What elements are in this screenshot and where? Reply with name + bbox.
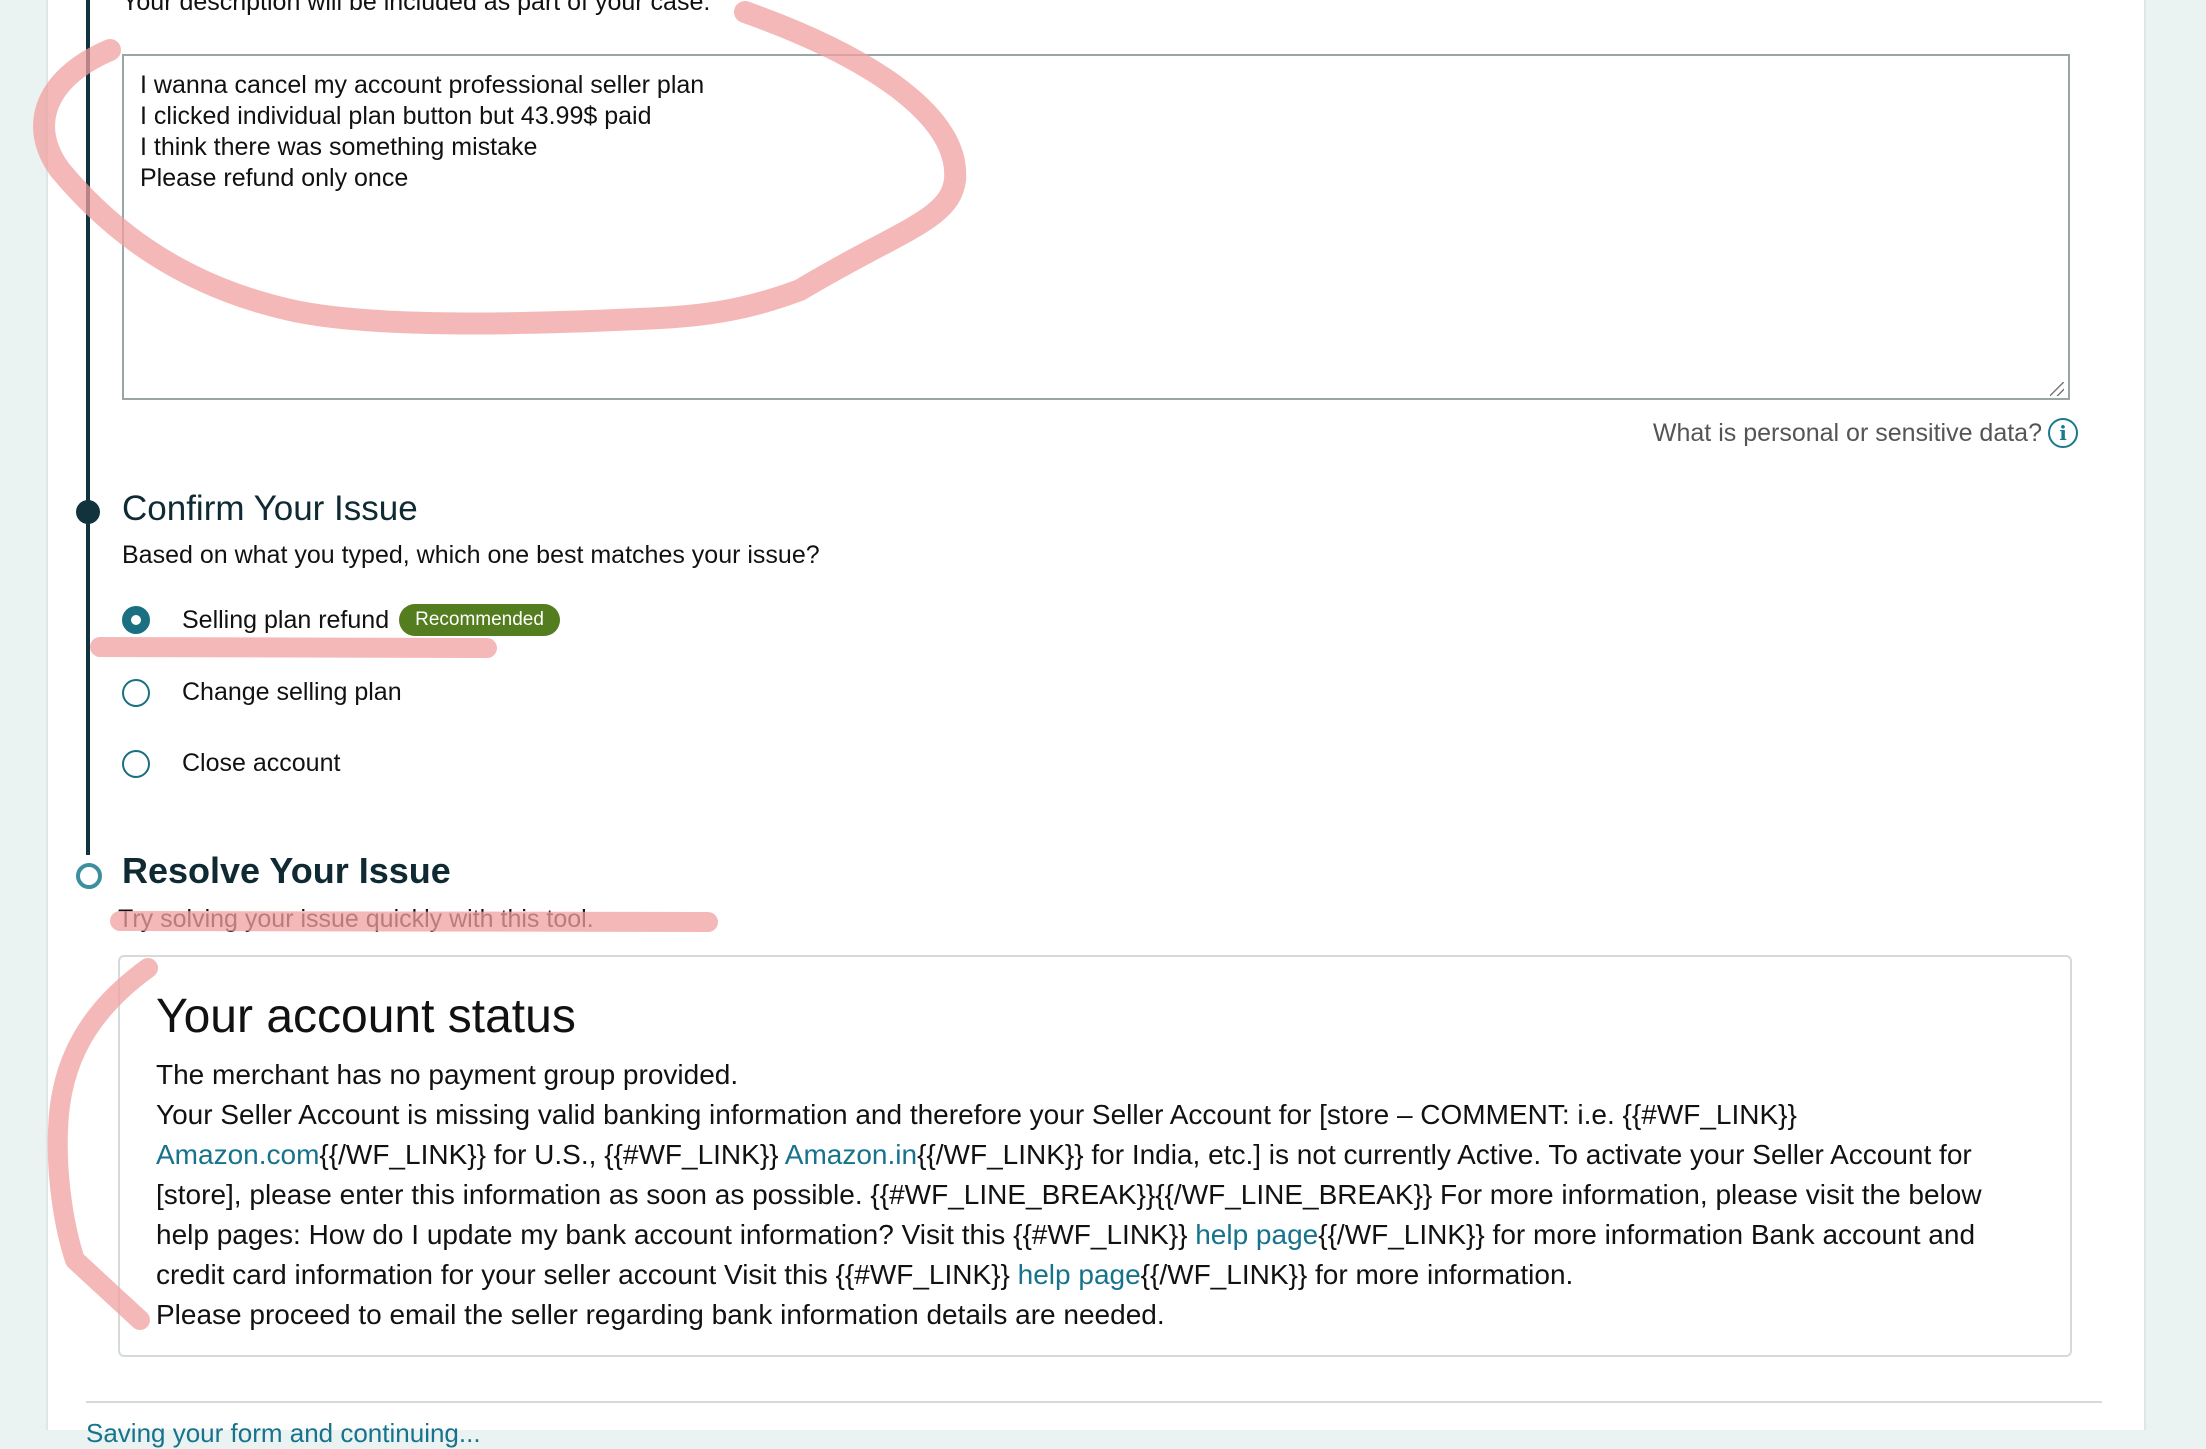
help-page-link-2[interactable]: help page bbox=[1018, 1259, 1141, 1290]
option-label[interactable]: Selling plan refund bbox=[182, 606, 389, 635]
radio-unselected[interactable] bbox=[122, 749, 150, 778]
amazon-in-link[interactable]: Amazon.in bbox=[785, 1139, 917, 1170]
step-resolve-marker bbox=[76, 863, 102, 889]
confirm-issue-title: Confirm Your Issue bbox=[122, 489, 418, 528]
account-status-card: Your account status The merchant has no … bbox=[118, 955, 2072, 1357]
option-close-account[interactable]: Close account bbox=[122, 749, 340, 778]
description-note: Your description will be included as par… bbox=[122, 0, 711, 16]
option-label[interactable]: Change selling plan bbox=[182, 678, 402, 707]
option-change-selling-plan[interactable]: Change selling plan bbox=[122, 678, 402, 707]
option-selling-plan-refund[interactable]: Selling plan refund Recommended bbox=[122, 604, 560, 636]
section-divider bbox=[86, 1401, 2102, 1403]
bottom-link[interactable]: Saving your form and continuing... bbox=[86, 1418, 481, 1449]
description-textarea[interactable]: I wanna cancel my account professional s… bbox=[122, 54, 2070, 400]
recommended-badge: Recommended bbox=[399, 604, 560, 636]
resolve-issue-subtitle: Try solving your issue quickly with this… bbox=[118, 905, 594, 933]
step-confirm-marker bbox=[76, 500, 100, 524]
resolve-issue-title: Resolve Your Issue bbox=[122, 850, 451, 891]
account-status-title: Your account status bbox=[156, 990, 576, 1043]
radio-unselected[interactable] bbox=[122, 678, 150, 707]
status-line-last: Please proceed to email the seller regar… bbox=[156, 1299, 1165, 1330]
status-paragraph: Your Seller Account is missing valid ban… bbox=[156, 1099, 1982, 1290]
amazon-com-link[interactable]: Amazon.com bbox=[156, 1139, 319, 1170]
account-status-body: The merchant has no payment group provid… bbox=[156, 1055, 2036, 1335]
resize-grip-icon[interactable] bbox=[2050, 382, 2064, 396]
timeline-line bbox=[86, 0, 90, 855]
option-label[interactable]: Close account bbox=[182, 749, 340, 778]
radio-selected[interactable] bbox=[122, 606, 150, 634]
status-line-1: The merchant has no payment group provid… bbox=[156, 1059, 739, 1090]
confirm-issue-subtitle: Based on what you typed, which one best … bbox=[122, 541, 820, 569]
sensitive-data-help[interactable]: What is personal or sensitive data? i bbox=[1653, 418, 2078, 448]
page-container: Your description will be included as par… bbox=[46, 0, 2146, 1448]
info-icon[interactable]: i bbox=[2048, 418, 2078, 448]
sensitive-data-link[interactable]: What is personal or sensitive data? bbox=[1653, 419, 2042, 448]
help-page-link-1[interactable]: help page bbox=[1195, 1219, 1318, 1250]
